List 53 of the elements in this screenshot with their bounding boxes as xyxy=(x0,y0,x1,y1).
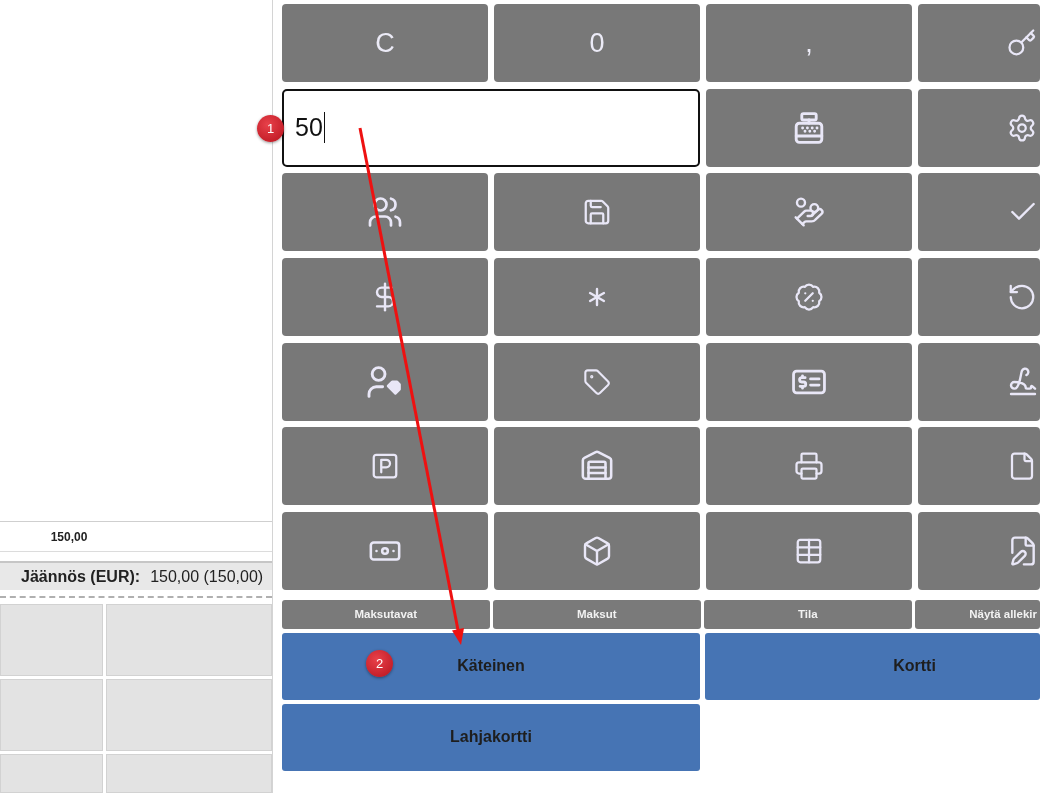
keypad-button[interactable] xyxy=(282,511,488,590)
keypad-button[interactable] xyxy=(918,511,1040,590)
keypad-button[interactable] xyxy=(282,173,488,252)
keypad-button[interactable] xyxy=(494,511,700,590)
empty-tile[interactable] xyxy=(106,754,272,793)
keypad-button[interactable] xyxy=(918,342,1040,421)
payment-button[interactable]: Kortti xyxy=(705,632,1040,700)
keypad-button[interactable] xyxy=(918,173,1040,252)
keypad-button[interactable] xyxy=(706,88,912,167)
keypad-button[interactable] xyxy=(706,511,912,590)
key-icon xyxy=(1007,28,1037,58)
balance-label: Jäännös (EUR): xyxy=(21,567,141,586)
box-icon xyxy=(581,534,613,567)
keypad-button[interactable] xyxy=(918,88,1040,167)
payment-button[interactable]: Lahjakortti xyxy=(282,703,700,771)
keypad-button[interactable] xyxy=(918,257,1040,336)
section-button[interactable]: Näytä allekir xyxy=(915,599,1040,629)
section-button[interactable]: Maksut xyxy=(493,599,701,629)
keypad-button[interactable] xyxy=(494,257,700,336)
keypad-key[interactable]: 0 xyxy=(494,4,700,82)
keypad-button[interactable] xyxy=(706,342,912,421)
step-marker: 1 xyxy=(257,115,284,142)
section-button[interactable]: Tila xyxy=(704,599,912,629)
empty-tile[interactable] xyxy=(106,679,272,751)
empty-tile[interactable] xyxy=(0,679,103,751)
empty-tile[interactable] xyxy=(0,604,103,676)
keypad-key[interactable]: , xyxy=(706,4,912,82)
tag-icon xyxy=(583,367,611,396)
cash-register-icon xyxy=(793,111,825,144)
signature-icon xyxy=(1007,365,1039,398)
keypad-button[interactable] xyxy=(706,427,912,506)
keypad-button[interactable] xyxy=(494,342,700,421)
keypad-button[interactable] xyxy=(706,257,912,336)
empty-tile[interactable] xyxy=(0,754,103,793)
settings-icon xyxy=(1007,112,1037,143)
text-cursor-icon xyxy=(323,112,325,144)
balance-value: 150,00 (150,00) xyxy=(150,567,264,586)
keypad-key[interactable]: C xyxy=(282,4,488,82)
keypad-button[interactable] xyxy=(494,427,700,506)
keypad-button[interactable] xyxy=(706,173,912,252)
dollar-card-icon xyxy=(792,367,826,396)
section-button[interactable]: Maksutavat xyxy=(282,599,490,629)
amount-field[interactable]: 50 xyxy=(282,88,700,167)
hand-coins-icon xyxy=(793,196,825,229)
keypad-button[interactable] xyxy=(282,427,488,506)
keypad-button[interactable] xyxy=(494,173,700,252)
keypad-button[interactable] xyxy=(918,427,1040,506)
keypad-button[interactable] xyxy=(282,342,488,421)
table-cell-text: 150,00 xyxy=(49,529,89,544)
printer-icon xyxy=(794,451,824,482)
keypad-button[interactable] xyxy=(282,257,488,336)
percent-badge-icon xyxy=(794,281,824,312)
empty-tile[interactable] xyxy=(106,604,272,676)
